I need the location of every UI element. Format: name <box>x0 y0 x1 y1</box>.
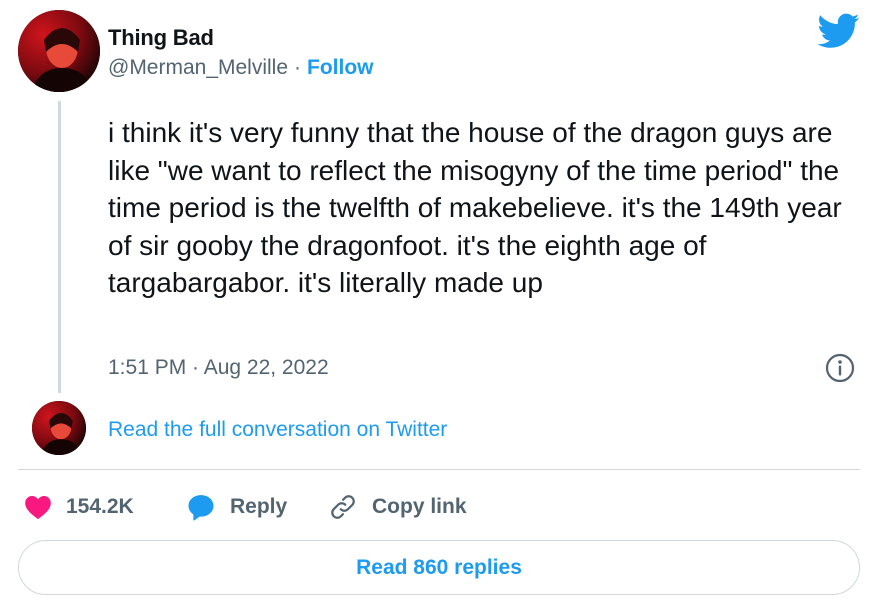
tweet-timestamp[interactable]: 1:51 PM · Aug 22, 2022 <box>108 356 329 380</box>
read-replies-button[interactable]: Read 860 replies <box>18 540 860 595</box>
author-avatar[interactable] <box>18 10 100 92</box>
follow-button[interactable]: Follow <box>307 56 374 79</box>
tweet-text: i think it's very funny that the house o… <box>108 117 842 298</box>
copy-link-label: Copy link <box>372 495 467 518</box>
reply-button[interactable]: Reply <box>186 490 287 524</box>
copy-link-button[interactable]: Copy link <box>328 490 467 524</box>
separator-dot: · <box>294 56 302 79</box>
reply-bubble-icon <box>188 495 214 521</box>
heart-icon <box>25 496 51 520</box>
divider <box>18 469 860 470</box>
like-count: 154.2K <box>66 495 134 518</box>
avatar-photo <box>18 10 100 92</box>
author-handle[interactable]: @Merman_Melville <box>108 56 288 79</box>
read-full-conversation-link[interactable]: Read the full conversation on Twitter <box>108 418 447 442</box>
reply-label: Reply <box>230 495 288 518</box>
link-icon <box>331 495 355 519</box>
info-icon[interactable] <box>824 352 856 384</box>
reader-avatar <box>32 401 86 455</box>
twitter-bird-icon[interactable] <box>818 13 860 49</box>
like-button[interactable]: 154.2K <box>24 490 134 524</box>
author-display-name[interactable]: Thing Bad <box>108 25 214 51</box>
avatar-photo <box>32 401 86 455</box>
author-handle-row: @Merman_Melville · Follow <box>108 56 374 80</box>
thread-connector-line <box>58 101 61 393</box>
